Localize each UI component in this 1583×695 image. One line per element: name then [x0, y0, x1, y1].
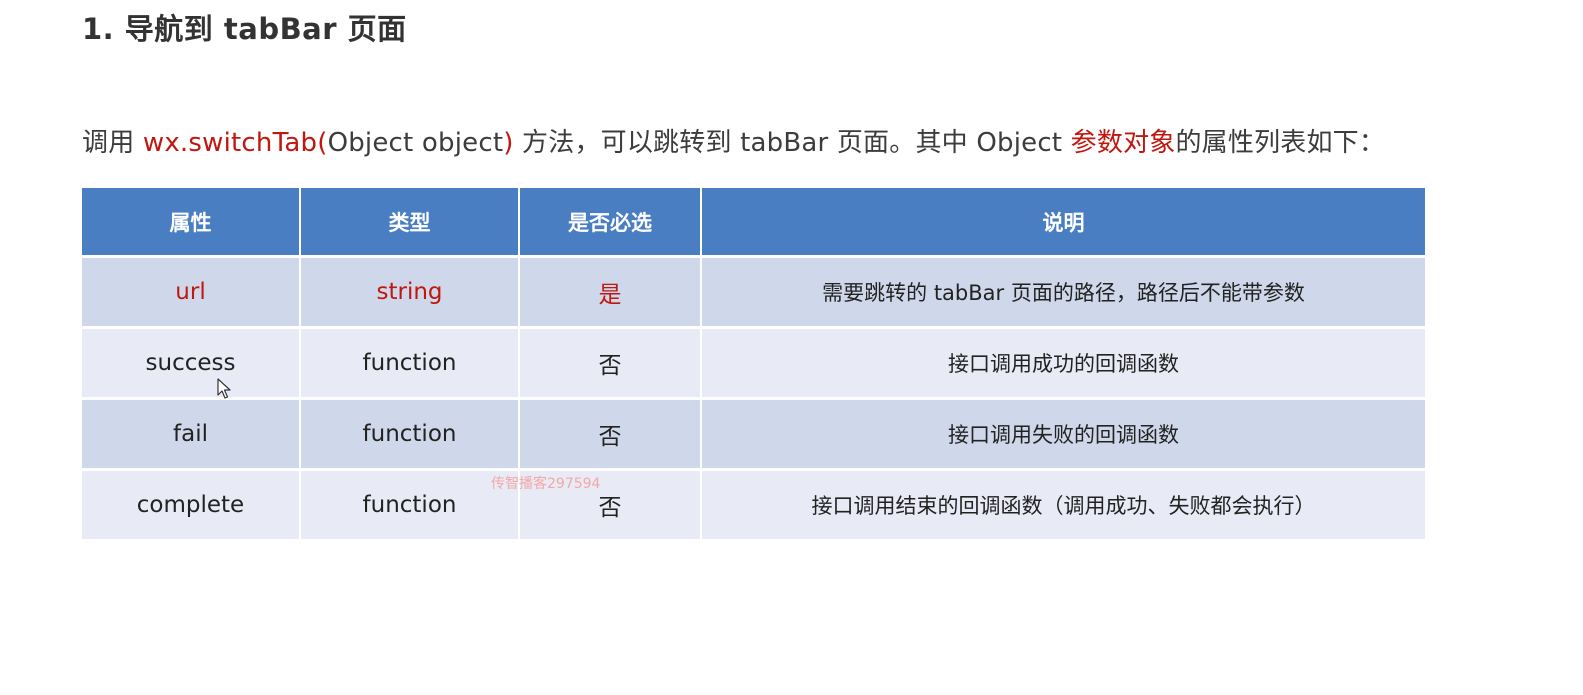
cell-required: 是: [519, 256, 702, 329]
header-type: 类型: [300, 188, 520, 258]
cell-type: function: [300, 327, 520, 400]
method-param: Object object: [327, 128, 504, 158]
table-row: fail function 否 接口调用失败的回调函数: [82, 398, 1425, 471]
cell-description: 接口调用失败的回调函数: [701, 398, 1425, 471]
watermark-text: 传智播客297594: [491, 476, 601, 492]
method-name: wx.switchTab(: [142, 128, 328, 158]
intro-prefix: 调用: [82, 128, 143, 158]
cell-type: function: [300, 469, 520, 542]
table-row: complete function 否 接口调用结束的回调函数（调用成功、失败都…: [82, 469, 1425, 542]
properties-table: 属性 类型 是否必选 说明 url string 是 需要跳转的 tabBar …: [82, 188, 1425, 542]
cell-type: string: [300, 256, 520, 329]
cell-description: 需要跳转的 tabBar 页面的路径，路径后不能带参数: [701, 256, 1425, 329]
cell-property: fail: [82, 398, 301, 471]
intro-paragraph: 调用 wx.switchTab(Object object) 方法，可以跳转到 …: [82, 122, 1385, 159]
header-required: 是否必选: [519, 188, 702, 258]
method-close-paren: ): [503, 128, 514, 158]
table-row: url string 是 需要跳转的 tabBar 页面的路径，路径后不能带参数: [82, 256, 1425, 329]
cell-required: 否: [519, 327, 702, 400]
cell-description: 接口调用成功的回调函数: [701, 327, 1425, 400]
cell-type: function: [300, 398, 520, 471]
page-title: 1. 导航到 tabBar 页面: [82, 12, 407, 46]
cell-property: url: [82, 256, 301, 329]
table-row: success function 否 接口调用成功的回调函数: [82, 327, 1425, 400]
cell-property: success: [82, 327, 301, 400]
mouse-pointer-icon: [217, 378, 231, 399]
header-property: 属性: [82, 188, 301, 258]
intro-suffix: 的属性列表如下：: [1175, 128, 1386, 158]
intro-highlight: 参数对象: [1070, 128, 1176, 158]
intro-middle: 方法，可以跳转到 tabBar 页面。其中 Object: [513, 128, 1071, 158]
cell-description: 接口调用结束的回调函数（调用成功、失败都会执行）: [701, 469, 1425, 542]
table-header-row: 属性 类型 是否必选 说明: [82, 188, 1425, 258]
cell-property: complete: [82, 469, 301, 542]
header-description: 说明: [701, 188, 1425, 258]
cell-required: 否: [519, 398, 702, 471]
